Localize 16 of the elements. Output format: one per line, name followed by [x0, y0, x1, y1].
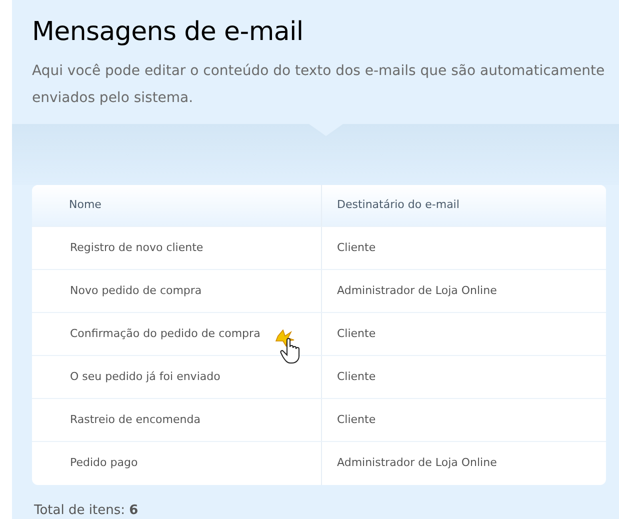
- table-cell[interactable]: Rastreio de encomenda: [32, 399, 322, 441]
- table-cell-text: Administrador de Loja Online: [336, 282, 498, 299]
- table-cell-text: Cliente: [336, 368, 377, 385]
- table-cell[interactable]: Novo pedido de compra: [32, 270, 322, 312]
- table-cell-text: Cliente: [336, 240, 377, 256]
- hand-cursor-icon: [274, 328, 302, 364]
- page-title: Mensagens de e-mail: [32, 16, 304, 49]
- table-cell-text: Administrador de Loja Online: [336, 455, 498, 472]
- column-header[interactable]: Nome: [32, 185, 322, 226]
- table-cell-text: Cliente: [336, 326, 377, 342]
- table-cell[interactable]: Registro de novo cliente: [32, 227, 322, 269]
- table-cell-text: Cliente: [336, 412, 377, 428]
- column-header[interactable]: Destinatário do e-mail: [322, 185, 606, 226]
- page-description: Aqui você pode editar o conteúdo do texto dos e-mails que são automaticamente enviados pelo sistema.: [32, 62, 606, 108]
- table-cell[interactable]: Pedido pago: [32, 442, 322, 485]
- total-items-label: Total de itens: 6: [34, 502, 140, 519]
